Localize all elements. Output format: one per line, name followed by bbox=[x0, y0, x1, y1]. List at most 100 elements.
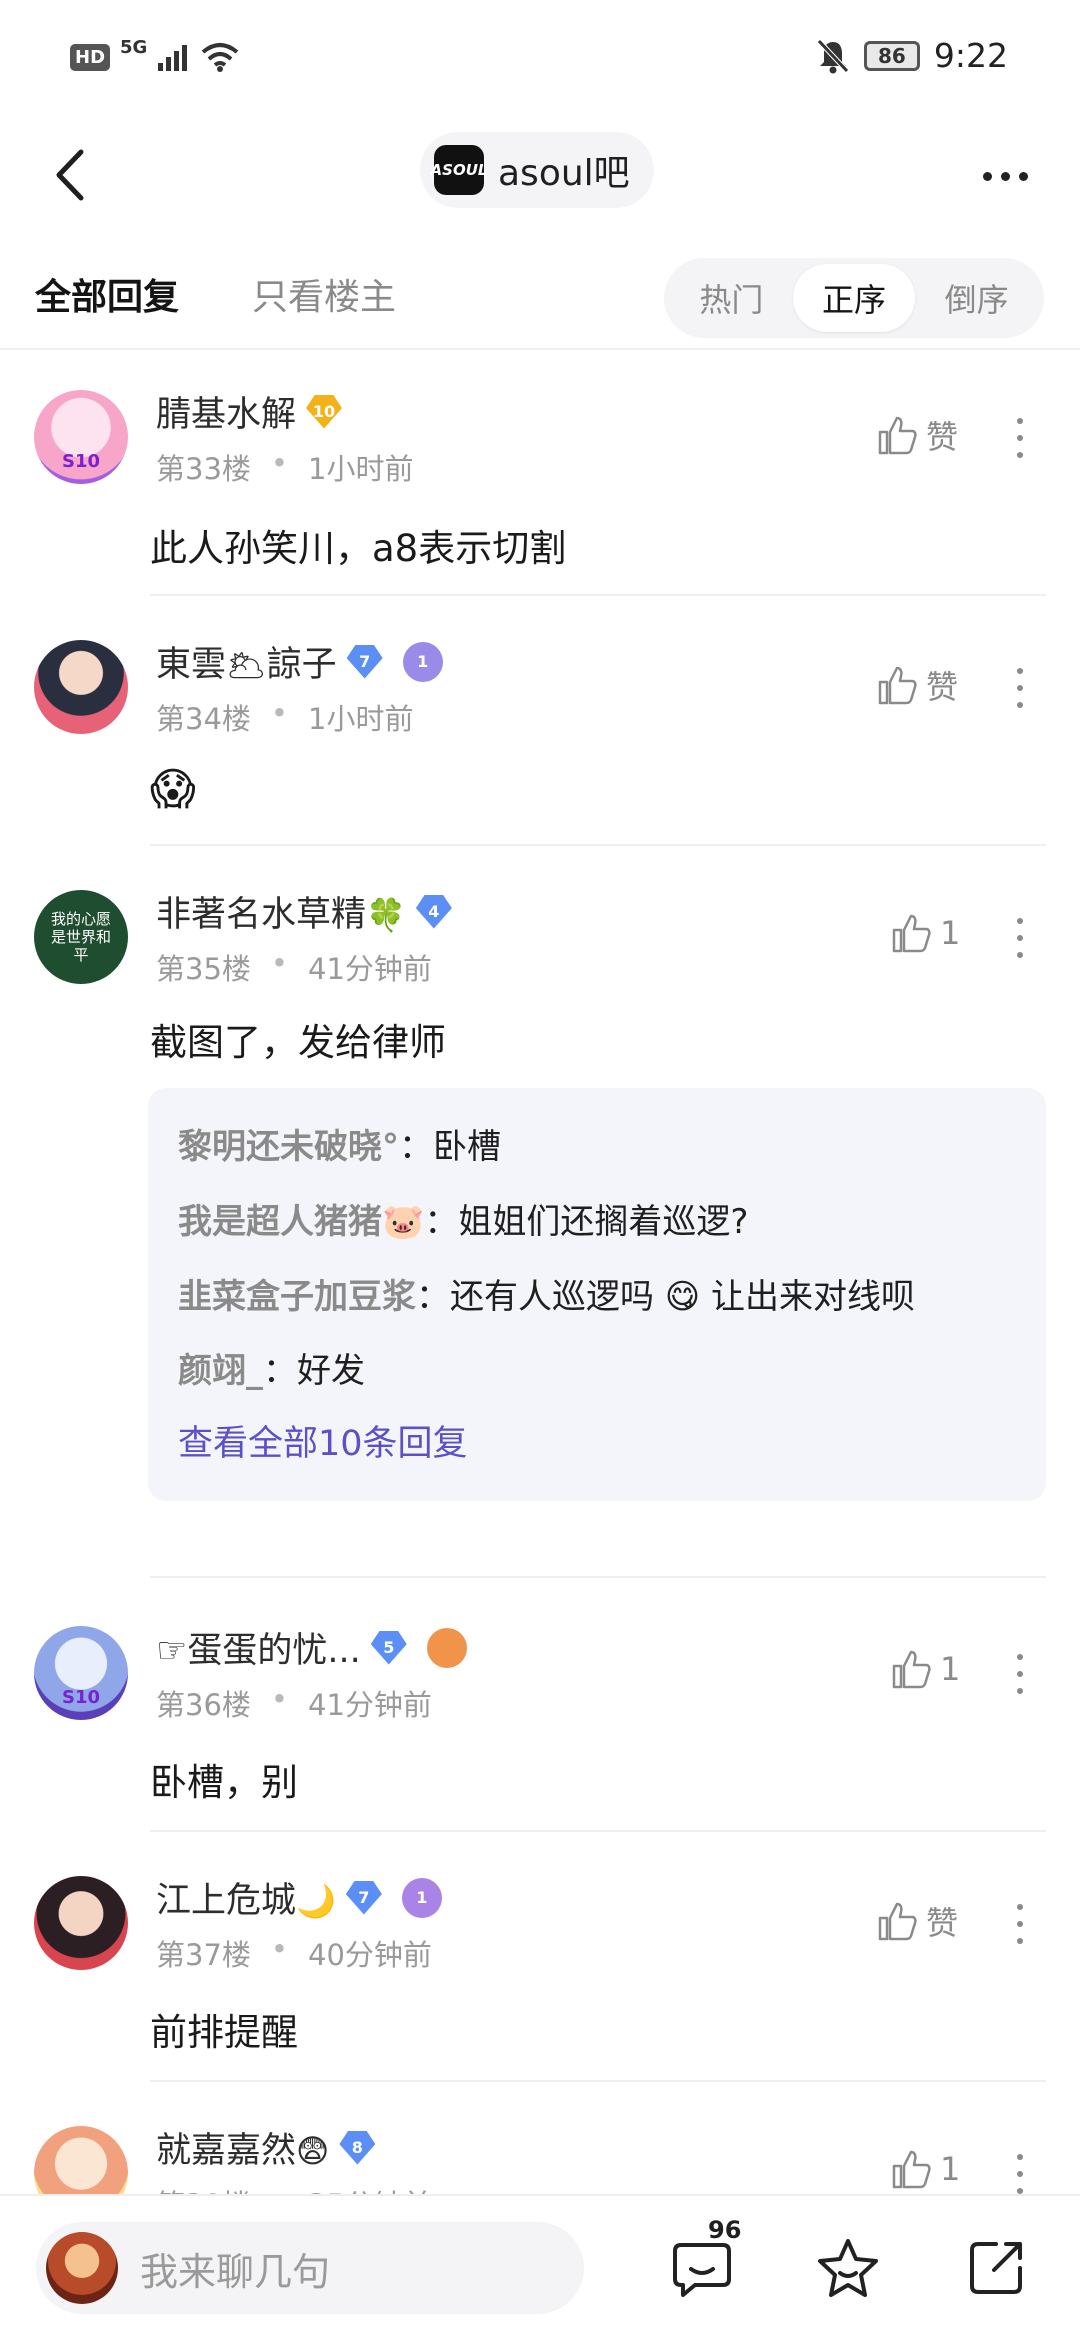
floor-menu-button[interactable] bbox=[1010, 1654, 1030, 1694]
like-button[interactable]: 赞 bbox=[876, 412, 958, 458]
reply-floor: S10 ☞蛋蛋的忧... 5 第36楼 • 41分钟前 1 卧槽，别 bbox=[0, 1616, 1080, 1834]
avatar[interactable]: S10 bbox=[34, 1626, 128, 1720]
separator-dot: • bbox=[270, 946, 289, 980]
avatar[interactable] bbox=[34, 1876, 128, 1970]
cloud-sun-emoji: 🌥 bbox=[226, 646, 267, 684]
like-count: 赞 bbox=[926, 1904, 959, 1942]
dot-icon bbox=[1017, 702, 1023, 708]
username[interactable]: 就嘉嘉然😨 bbox=[156, 2122, 329, 2173]
dot-icon bbox=[982, 171, 992, 181]
avatar[interactable] bbox=[34, 2126, 128, 2194]
chevron-left-icon bbox=[56, 149, 84, 201]
level-badge: 5 bbox=[370, 1630, 407, 1665]
floor-menu-button[interactable] bbox=[1010, 1904, 1030, 1944]
thumbs-up-icon bbox=[878, 1902, 917, 1941]
floor-menu-button[interactable] bbox=[1010, 2154, 1030, 2194]
reply-input[interactable]: 我来聊几句 bbox=[36, 2222, 584, 2314]
floor-menu-button[interactable] bbox=[1010, 918, 1030, 958]
username[interactable]: 東雲🌥諒子 bbox=[156, 636, 337, 687]
username[interactable]: 腈基水解 bbox=[156, 386, 296, 437]
star-icon bbox=[818, 2239, 878, 2297]
sub-reply-author[interactable]: 韭菜盒子加豆浆 bbox=[178, 1277, 416, 1317]
back-button[interactable] bbox=[40, 142, 100, 208]
fearful-face-emoji: 😨 bbox=[296, 2132, 330, 2170]
reply-floor: 東雲🌥諒子 7 1 第34楼 • 1小时前 赞 😱 bbox=[0, 630, 1080, 848]
thumbs-up-icon bbox=[878, 416, 917, 455]
sub-reply[interactable]: 韭菜盒子加豆浆：还有人巡逻吗 😋 让出来对线呗 bbox=[178, 1260, 1016, 1334]
post-time: 41分钟前 bbox=[308, 952, 432, 986]
username[interactable]: ☞蛋蛋的忧... bbox=[156, 1622, 361, 1673]
share-button[interactable] bbox=[960, 2232, 1032, 2304]
sub-replies-box[interactable]: 黎明还未破晓°：卧槽 我是超人猪猪🐷：姐姐们还搁着巡逻? 韭菜盒子加豆浆：还有人… bbox=[148, 1088, 1046, 1501]
dot-icon bbox=[1017, 918, 1023, 924]
like-button[interactable]: 赞 bbox=[876, 1898, 958, 1944]
reply-content: 卧槽，别 bbox=[150, 1761, 298, 1804]
like-count: 赞 bbox=[926, 668, 959, 706]
sub-reply-author[interactable]: 黎明还未破晓° bbox=[178, 1127, 399, 1167]
sort-descending[interactable]: 倒序 bbox=[915, 264, 1038, 332]
reply-floor: S10 腈基水解 10 第33楼 • 1小时前 赞 此人孙笑川，a8表示切割 bbox=[0, 380, 1080, 598]
more-options-button[interactable] bbox=[970, 146, 1040, 206]
sub-reply-text: 还有人巡逻吗 😋 让出来对线呗 bbox=[450, 1277, 916, 1317]
username[interactable]: 江上危城🌙 bbox=[156, 1872, 336, 1923]
bottom-action-bar: 我来聊几句 96 bbox=[0, 2194, 1080, 2340]
colon: ： bbox=[263, 1351, 297, 1391]
like-button[interactable]: 1 bbox=[890, 912, 960, 954]
floor-meta: 第37楼 • 40分钟前 bbox=[156, 1932, 432, 1974]
floor-number: 第36楼 bbox=[156, 1688, 251, 1722]
favorite-button[interactable] bbox=[812, 2232, 884, 2304]
floor-menu-button[interactable] bbox=[1010, 668, 1030, 708]
separator-dot: • bbox=[270, 446, 289, 480]
hd-indicator: HD bbox=[70, 43, 111, 71]
medal-badge bbox=[426, 1627, 467, 1668]
floor-meta: 第33楼 • 1小时前 bbox=[156, 446, 413, 488]
view-all-replies-link[interactable]: 查看全部10条回复 bbox=[178, 1409, 1016, 1479]
floor-menu-button[interactable] bbox=[1010, 418, 1030, 458]
dot-icon bbox=[1017, 935, 1023, 941]
forum-chip[interactable]: ASOUL asoul吧 bbox=[420, 132, 654, 208]
username[interactable]: 非著名水草精🍀 bbox=[156, 886, 406, 937]
username-line: ☞蛋蛋的忧... 5 bbox=[156, 1622, 467, 1673]
level-badge: 4 bbox=[415, 894, 452, 929]
username-line: 腈基水解 10 bbox=[156, 386, 343, 437]
level-badge: 7 bbox=[345, 1880, 382, 1915]
sub-reply[interactable]: 黎明还未破晓°：卧槽 bbox=[178, 1110, 1016, 1185]
reply-content: 😱 bbox=[150, 764, 196, 815]
medal-badge: 1 bbox=[401, 1877, 442, 1918]
avatar[interactable]: S10 bbox=[34, 390, 128, 484]
dot-icon bbox=[1017, 2171, 1023, 2177]
sort-ascending[interactable]: 正序 bbox=[792, 264, 916, 332]
like-count: 赞 bbox=[926, 418, 959, 456]
sub-reply-text: 好发 bbox=[297, 1351, 365, 1391]
sub-reply[interactable]: 颜翊_：好发 bbox=[178, 1334, 1016, 1409]
like-button[interactable]: 赞 bbox=[876, 662, 958, 708]
tab-op-only[interactable]: 只看楼主 bbox=[252, 268, 396, 320]
sub-reply[interactable]: 我是超人猪猪🐷：姐姐们还搁着巡逻? bbox=[178, 1185, 1016, 1260]
avatar[interactable] bbox=[34, 640, 128, 734]
reply-input-placeholder: 我来聊几句 bbox=[140, 2249, 331, 2294]
divider bbox=[150, 844, 1046, 846]
post-time: 40分钟前 bbox=[308, 1938, 432, 1972]
dot-icon bbox=[1018, 171, 1028, 181]
separator-dot: • bbox=[270, 1682, 289, 1716]
reply-floor: 江上危城🌙 7 1 第37楼 • 40分钟前 赞 前排提醒 bbox=[0, 1866, 1080, 2084]
dot-icon bbox=[1017, 435, 1023, 441]
my-avatar bbox=[46, 2232, 118, 2304]
sort-hot[interactable]: 热门 bbox=[670, 264, 793, 332]
thumbs-up-icon bbox=[892, 1650, 931, 1689]
post-time: 41分钟前 bbox=[308, 1688, 432, 1722]
post-time: 35分钟前 bbox=[308, 2182, 432, 2194]
sub-reply-text: 卧槽 bbox=[433, 1127, 501, 1167]
sub-reply-author[interactable]: 颜翊_ bbox=[178, 1351, 263, 1391]
avatar-badge-text: S10 bbox=[61, 1687, 100, 1709]
sub-reply-author[interactable]: 我是超人猪猪🐷 bbox=[178, 1202, 424, 1242]
like-count: 1 bbox=[940, 1650, 961, 1688]
battery-indicator: 86 bbox=[863, 40, 920, 71]
avatar[interactable]: 我的心愿是世界和平 bbox=[34, 890, 128, 984]
dot-icon bbox=[1017, 418, 1023, 424]
like-button[interactable]: 1 bbox=[890, 1648, 960, 1690]
tab-all-replies[interactable]: 全部回复 bbox=[35, 268, 179, 320]
dot-icon bbox=[1000, 171, 1010, 181]
comment-count-badge: 96 bbox=[708, 2216, 742, 2244]
like-button[interactable]: 1 bbox=[890, 2148, 960, 2190]
